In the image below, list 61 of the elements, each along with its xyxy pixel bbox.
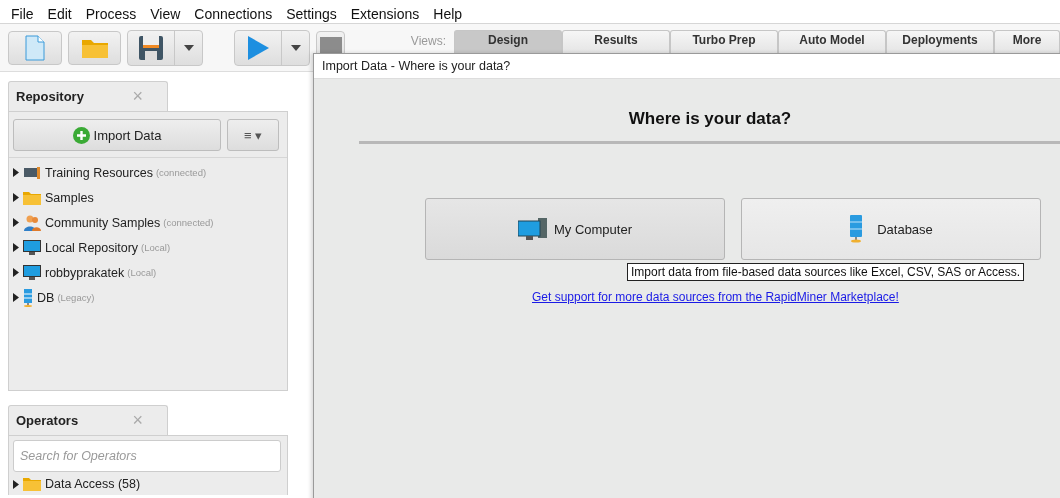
computer-icon [518,217,548,241]
tree-item[interactable]: DB [37,290,55,305]
menu-item[interactable]: File [11,1,34,22]
document-icon [24,34,45,61]
views-label: Views: [410,32,447,48]
caret-icon [290,44,301,51]
menu-item[interactable]: Edit [47,1,72,22]
menu-item[interactable]: Connections [194,1,273,22]
data-source-button[interactable]: Database [741,198,1041,260]
expand-arrow-icon[interactable] [13,168,19,177]
add-icon [72,126,90,144]
panel-title: Operators [16,413,79,428]
view-tab[interactable]: More [994,29,1060,54]
people-icon [23,214,41,231]
folder-icon [23,477,41,491]
search-field[interactable]: Search for Operators [13,440,281,472]
view-tab[interactable]: Turbo Prep [670,29,778,54]
view-tab[interactable]: Design [454,29,562,54]
marketplace-link[interactable]: Get support for more data sources from the RapidMiner Marketplace! [532,290,899,304]
tree-item[interactable]: Data Access (58) [45,477,141,491]
monitor-icon [23,239,41,256]
save-split-button[interactable] [127,29,204,66]
tooltip: Import data from file-based data sources like Excel, CSV, SAS or Access. [627,263,1025,281]
expand-arrow-icon[interactable] [13,268,19,277]
view-tab[interactable]: Auto Model [778,29,886,54]
tree-item[interactable]: Local Repository [45,240,139,255]
panel-title: Repository [16,89,84,104]
expand-arrow-icon[interactable] [13,479,19,489]
menu-button[interactable]: ≡ ▾ [227,119,279,151]
run-split-button[interactable] [234,29,311,66]
chalkboard-icon [23,165,41,180]
tree-item[interactable]: Samples [45,190,94,205]
menu-item[interactable]: Extensions [350,1,420,22]
caret-icon [183,44,194,51]
play-icon [246,34,271,61]
expand-arrow-icon[interactable] [13,243,19,252]
monitor-icon [23,264,41,281]
data-source-button[interactable]: My Computer [425,198,725,260]
server-icon [849,215,864,243]
tree-item[interactable]: robbyprakatek [45,265,125,280]
tree-item[interactable]: Community Samples [45,215,161,230]
dialog-heading: Where is your data? [359,109,1060,144]
expand-arrow-icon[interactable] [13,218,19,227]
expand-arrow-icon[interactable] [13,193,19,202]
status-note: (connected) [155,167,207,178]
menu-item[interactable]: Settings [286,1,337,22]
status-note: (Local) [127,267,157,278]
menu-item[interactable]: View [150,1,181,22]
tree-item[interactable]: Training Resources [45,165,153,180]
menu-item[interactable]: Process [85,1,137,22]
status-note: (Local) [141,242,171,253]
status-note: (Legacy) [57,292,95,303]
menu-item[interactable]: Help [433,1,463,22]
expand-arrow-icon[interactable] [13,293,19,302]
server-icon [23,288,33,307]
dialog-title: Import Data - Where is your data? [314,54,1060,79]
view-tab[interactable]: Deployments [886,29,994,54]
view-tab[interactable]: Results [562,29,670,54]
import-data-button[interactable]: Import Data [13,119,221,151]
status-note: (connected) [163,217,214,228]
folder-icon [23,190,41,205]
